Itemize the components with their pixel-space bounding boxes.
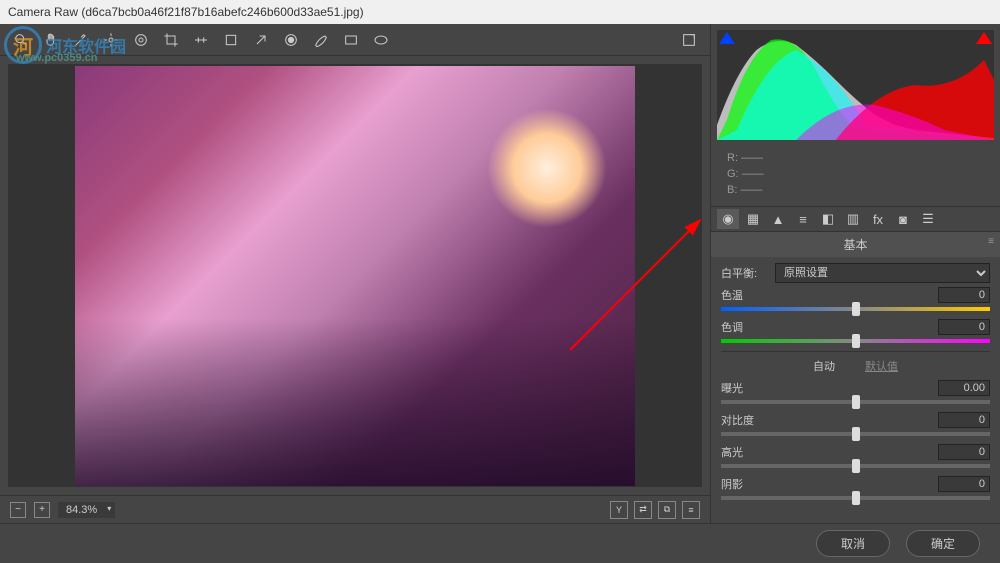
tint-label: 色调 bbox=[721, 319, 743, 335]
exposure-value[interactable]: 0.00 bbox=[938, 380, 990, 396]
shadows-value[interactable]: 0 bbox=[938, 476, 990, 492]
radial-filter-icon[interactable] bbox=[370, 29, 392, 51]
adjustment-brush-icon[interactable] bbox=[310, 29, 332, 51]
compare-swap-icon[interactable]: ⇄ bbox=[634, 501, 652, 519]
compare-copy-icon[interactable]: ⧉ bbox=[658, 501, 676, 519]
tab-detail-icon[interactable]: ▲ bbox=[767, 209, 789, 229]
ok-button[interactable]: 确定 bbox=[906, 530, 980, 557]
highlights-value[interactable]: 0 bbox=[938, 444, 990, 460]
tab-camera-icon[interactable]: ◙ bbox=[892, 209, 914, 229]
histogram[interactable] bbox=[717, 30, 994, 140]
highlights-label: 高光 bbox=[721, 444, 743, 460]
highlight-clipping-icon[interactable] bbox=[976, 32, 992, 44]
contrast-slider[interactable] bbox=[721, 432, 990, 436]
image-canvas[interactable] bbox=[8, 64, 702, 487]
zoom-tool-icon[interactable] bbox=[10, 29, 32, 51]
wb-select[interactable]: 原照设置 bbox=[775, 263, 990, 283]
default-button[interactable]: 默认值 bbox=[865, 358, 898, 374]
rgb-readout: R: —— G: —— B: —— bbox=[711, 146, 1000, 206]
toolbar bbox=[0, 24, 710, 56]
tab-lens-icon[interactable]: ▥ bbox=[842, 209, 864, 229]
zoom-out-button[interactable]: − bbox=[10, 502, 26, 518]
fullscreen-icon[interactable] bbox=[678, 29, 700, 51]
auto-button[interactable]: 自动 bbox=[813, 358, 835, 374]
adjustments-panel: R: —— G: —— B: —— ◉ ▦ ▲ ≡ ◧ ▥ fx ◙ ☰ 基本 … bbox=[710, 24, 1000, 523]
temp-slider[interactable] bbox=[721, 307, 990, 311]
wb-label: 白平衡: bbox=[721, 265, 769, 281]
zoom-in-button[interactable]: + bbox=[34, 502, 50, 518]
shadow-clipping-icon[interactable] bbox=[719, 32, 735, 44]
highlights-slider[interactable] bbox=[721, 464, 990, 468]
panel-menu-icon[interactable]: ≡ bbox=[988, 236, 994, 247]
tab-fx-icon[interactable]: fx bbox=[867, 209, 889, 229]
tab-presets-icon[interactable]: ☰ bbox=[917, 209, 939, 229]
eyedropper-wb-icon[interactable] bbox=[70, 29, 92, 51]
straighten-tool-icon[interactable] bbox=[190, 29, 212, 51]
tint-slider[interactable] bbox=[721, 339, 990, 343]
shadows-slider[interactable] bbox=[721, 496, 990, 500]
contrast-label: 对比度 bbox=[721, 412, 754, 428]
zoom-bar: − + 84.3% Y ⇄ ⧉ ≡ bbox=[0, 495, 710, 523]
window-title: Camera Raw (d6ca7bcb0a46f21f87b16abefc24… bbox=[8, 5, 364, 19]
tab-hsl-icon[interactable]: ≡ bbox=[792, 209, 814, 229]
view-settings-icon[interactable]: ≡ bbox=[682, 501, 700, 519]
cancel-button[interactable]: 取消 bbox=[816, 530, 890, 557]
compare-y-icon[interactable]: Y bbox=[610, 501, 628, 519]
preview-pane: − + 84.3% Y ⇄ ⧉ ≡ bbox=[0, 24, 710, 523]
footer: 取消 确定 bbox=[0, 523, 1000, 563]
shadows-label: 阴影 bbox=[721, 476, 743, 492]
title-bar: Camera Raw (d6ca7bcb0a46f21f87b16abefc24… bbox=[0, 0, 1000, 24]
panel-tabs: ◉ ▦ ▲ ≡ ◧ ▥ fx ◙ ☰ bbox=[711, 206, 1000, 232]
temp-label: 色温 bbox=[721, 287, 743, 303]
exposure-label: 曝光 bbox=[721, 380, 743, 396]
graduated-filter-icon[interactable] bbox=[340, 29, 362, 51]
spot-removal-icon[interactable] bbox=[250, 29, 272, 51]
redeye-tool-icon[interactable] bbox=[280, 29, 302, 51]
tint-value[interactable]: 0 bbox=[938, 319, 990, 335]
contrast-value[interactable]: 0 bbox=[938, 412, 990, 428]
tab-basic-icon[interactable]: ◉ bbox=[717, 209, 739, 229]
temp-value[interactable]: 0 bbox=[938, 287, 990, 303]
hand-tool-icon[interactable] bbox=[40, 29, 62, 51]
crop-tool-icon[interactable] bbox=[160, 29, 182, 51]
zoom-level-select[interactable]: 84.3% bbox=[58, 502, 115, 518]
color-sampler-icon[interactable] bbox=[100, 29, 122, 51]
panel-title: 基本 ≡ bbox=[711, 232, 1000, 257]
exposure-slider[interactable] bbox=[721, 400, 990, 404]
target-adjust-icon[interactable] bbox=[130, 29, 152, 51]
transform-tool-icon[interactable] bbox=[220, 29, 242, 51]
tab-split-icon[interactable]: ◧ bbox=[817, 209, 839, 229]
tab-curve-icon[interactable]: ▦ bbox=[742, 209, 764, 229]
